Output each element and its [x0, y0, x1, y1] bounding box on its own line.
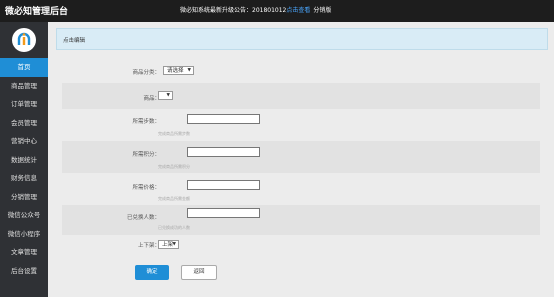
price-input[interactable]	[187, 180, 260, 190]
price-label: 所需价格：	[132, 185, 160, 191]
confirm-button[interactable]: 确定	[135, 265, 169, 280]
shelf-select-value: 上架	[162, 242, 174, 248]
sidebar-item-products[interactable]: 商品管理	[0, 77, 48, 96]
sidebar-item-finance[interactable]: 财务信息	[0, 169, 48, 188]
steps-label: 所需步数：	[132, 119, 160, 125]
chevron-down-icon: ▼	[166, 93, 170, 98]
chevron-down-icon: ▼	[172, 242, 176, 247]
category-select-value: 请选择	[167, 68, 184, 74]
form-row-points: 所需积分： 完成商品所需积分	[62, 141, 540, 173]
steps-hint: 完成商品所需步数	[158, 131, 190, 136]
sidebar-item-home[interactable]: 首页	[0, 58, 48, 77]
shelf-select[interactable]: 上架 ▼	[158, 240, 179, 249]
form-row-category: 商品分类： 请选择 ▼	[62, 57, 540, 83]
back-button[interactable]: 返回	[181, 265, 217, 280]
category-label: 商品分类：	[132, 70, 160, 76]
points-label: 所需积分：	[132, 152, 160, 158]
logo-icon	[12, 28, 36, 52]
form-row-shelf: 上下架： 上架 ▼	[62, 235, 540, 259]
steps-input[interactable]	[187, 114, 260, 124]
participants-hint: 已兑换成功的人数	[158, 225, 190, 230]
participants-input[interactable]	[187, 208, 260, 218]
sidebar-item-wechat-official[interactable]: 微信公众号	[0, 206, 48, 225]
price-hint: 完成商品所需金额	[158, 196, 190, 201]
sidebar-item-members[interactable]: 会员管理	[0, 114, 48, 133]
brand-title: 微必知管理后台	[5, 7, 69, 17]
points-hint: 完成商品所需积分	[158, 164, 190, 169]
sidebar-item-orders[interactable]: 订单管理	[0, 95, 48, 114]
main-content: 点击编辑 商品分类： 请选择 ▼ 商品： ▼ 所需步数： 完成商品所需步数 所需…	[48, 22, 554, 297]
notice-link[interactable]: 点击查看	[286, 7, 310, 14]
sidebar-item-settings[interactable]: 后台设置	[0, 262, 48, 281]
breadcrumb: 点击编辑	[56, 28, 548, 50]
participants-label: 已兑换人数：	[126, 215, 160, 221]
product-select[interactable]: ▼	[158, 91, 173, 100]
sidebar-item-mini-program[interactable]: 微信小程序	[0, 225, 48, 244]
sidebar-item-statistics[interactable]: 数据统计	[0, 151, 48, 170]
top-bar: 微必知管理后台 微必知系统最新升级公告：201801012点击查看 分销版	[0, 0, 554, 22]
edition-label: 分销版	[313, 7, 332, 14]
sidebar-item-marketing[interactable]: 营销中心	[0, 132, 48, 151]
system-notice: 微必知系统最新升级公告：201801012点击查看 分销版	[180, 5, 331, 14]
sidebar-item-distribution[interactable]: 分销管理	[0, 188, 48, 207]
sidebar-item-articles[interactable]: 文章管理	[0, 243, 48, 262]
form-row-participants: 已兑换人数： 已兑换成功的人数	[62, 205, 540, 235]
category-select[interactable]: 请选择 ▼	[163, 66, 194, 75]
points-input[interactable]	[187, 147, 260, 157]
notice-text: 微必知系统最新升级公告：201801012	[180, 7, 287, 14]
chevron-down-icon: ▼	[187, 68, 191, 73]
breadcrumb-label: 点击编辑	[63, 38, 86, 44]
form-row-price: 所需价格： 完成商品所需金额	[62, 173, 540, 205]
sidebar-menu: 首页 商品管理 订单管理 会员管理 营销中心 数据统计 财务信息 分销管理 微信…	[0, 58, 48, 280]
form-row-steps: 所需步数： 完成商品所需步数	[62, 109, 540, 141]
shelf-label: 上下架：	[137, 243, 160, 249]
sidebar: 首页 商品管理 订单管理 会员管理 营销中心 数据统计 财务信息 分销管理 微信…	[0, 22, 48, 297]
form-row-product: 商品： ▼	[62, 83, 540, 109]
